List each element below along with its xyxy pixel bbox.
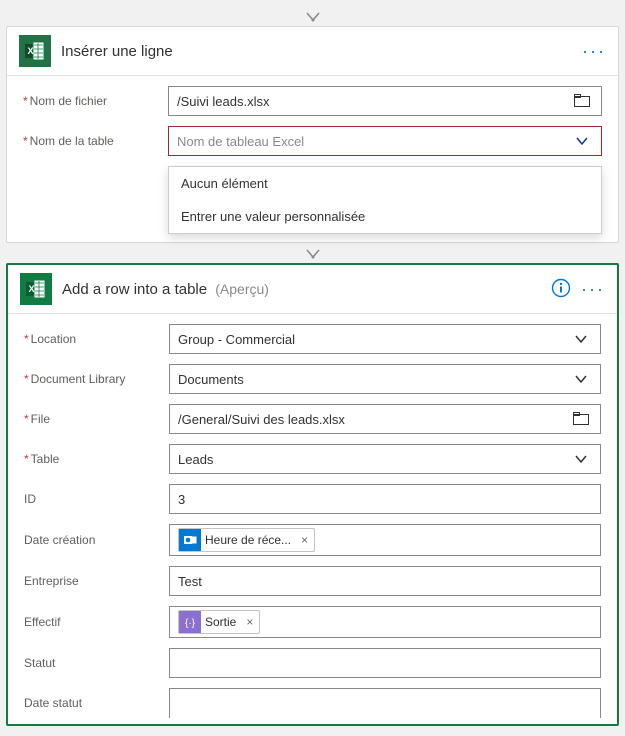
field-row-id: ID 3: [24, 484, 601, 514]
label-tablename: *Nom de la table: [23, 134, 168, 148]
input-effectif[interactable]: {·} Sortie ×: [169, 606, 601, 638]
field-row-tablename: *Nom de la table Nom de tableau Excel: [23, 126, 602, 156]
select-table[interactable]: Leads: [169, 444, 601, 474]
dynamic-token-sortie[interactable]: {·} Sortie ×: [178, 610, 260, 634]
folder-picker-icon[interactable]: [571, 94, 593, 108]
svg-text:X: X: [29, 284, 35, 294]
input-file[interactable]: /General/Suivi des leads.xlsx: [169, 404, 601, 434]
label-id: ID: [24, 492, 169, 506]
action-card-add-row: X Add a row into a table (Aperçu) ··· *L…: [6, 263, 619, 726]
outlook-icon: [179, 529, 201, 551]
more-menu-icon[interactable]: ···: [581, 279, 605, 300]
card-body: *Location Group - Commercial *Document L…: [8, 314, 617, 724]
svg-text:X: X: [28, 46, 34, 56]
label-table: *Table: [24, 452, 169, 466]
label-effectif: Effectif: [24, 615, 169, 629]
chevron-down-icon[interactable]: [570, 452, 592, 466]
field-row-date-statut: Date statut: [24, 688, 601, 718]
input-entreprise[interactable]: Test: [169, 566, 601, 596]
info-icon[interactable]: [551, 278, 571, 301]
chevron-down-icon[interactable]: [570, 332, 592, 346]
action-card-insert-row: X Insérer une ligne ··· *Nom de fichier …: [6, 26, 619, 243]
label-filename: *Nom de fichier: [23, 94, 168, 108]
label-statut: Statut: [24, 656, 169, 670]
label-date-statut: Date statut: [24, 696, 169, 710]
field-row-location: *Location Group - Commercial: [24, 324, 601, 354]
label-location: *Location: [24, 332, 169, 346]
label-file: *File: [24, 412, 169, 426]
folder-picker-icon[interactable]: [570, 412, 592, 426]
card-header[interactable]: X Add a row into a table (Aperçu) ···: [8, 265, 617, 314]
token-remove-icon[interactable]: ×: [295, 533, 314, 547]
dropdown-option-custom[interactable]: Entrer une valeur personnalisée: [169, 200, 601, 233]
card-header[interactable]: X Insérer une ligne ···: [7, 27, 618, 76]
select-library[interactable]: Documents: [169, 364, 601, 394]
input-id[interactable]: 3: [169, 484, 601, 514]
input-filename[interactable]: /Suivi leads.xlsx: [168, 86, 602, 116]
chevron-down-icon[interactable]: [571, 134, 593, 148]
field-row-filename: *Nom de fichier /Suivi leads.xlsx: [23, 86, 602, 116]
dropdown-option-none[interactable]: Aucun élément: [169, 167, 601, 200]
preview-badge: (Aperçu): [215, 281, 269, 297]
label-library: *Document Library: [24, 372, 169, 386]
field-row-file: *File /General/Suivi des leads.xlsx: [24, 404, 601, 434]
webhook-icon: {·}: [179, 611, 201, 633]
label-entreprise: Entreprise: [24, 574, 169, 588]
excel-icon: X: [19, 35, 51, 67]
excel-business-icon: X: [20, 273, 52, 305]
label-date-creation: Date création: [24, 533, 169, 547]
field-row-effectif: Effectif {·} Sortie ×: [24, 606, 601, 638]
field-row-entreprise: Entreprise Test: [24, 566, 601, 596]
flow-arrow-top: [6, 8, 619, 24]
input-date-creation[interactable]: Heure de réce... ×: [169, 524, 601, 556]
svg-text:{·}: {·}: [185, 618, 196, 628]
field-row-table: *Table Leads: [24, 444, 601, 474]
select-tablename[interactable]: Nom de tableau Excel: [168, 126, 602, 156]
field-row-statut: Statut: [24, 648, 601, 678]
more-menu-icon[interactable]: ···: [582, 41, 606, 62]
input-date-statut[interactable]: [169, 688, 601, 718]
field-row-library: *Document Library Documents: [24, 364, 601, 394]
card-body: *Nom de fichier /Suivi leads.xlsx *Nom d…: [7, 76, 618, 242]
tablename-dropdown: Aucun élément Entrer une valeur personna…: [168, 166, 602, 234]
card-title: Add a row into a table (Aperçu): [62, 281, 551, 298]
flow-arrow-mid: [6, 247, 619, 261]
input-statut[interactable]: [169, 648, 601, 678]
dynamic-token-received-time[interactable]: Heure de réce... ×: [178, 528, 315, 552]
token-remove-icon[interactable]: ×: [240, 615, 259, 629]
field-row-date-creation: Date création Heure de réce... ×: [24, 524, 601, 556]
card-title: Insérer une ligne: [61, 43, 582, 60]
select-location[interactable]: Group - Commercial: [169, 324, 601, 354]
chevron-down-icon[interactable]: [570, 372, 592, 386]
